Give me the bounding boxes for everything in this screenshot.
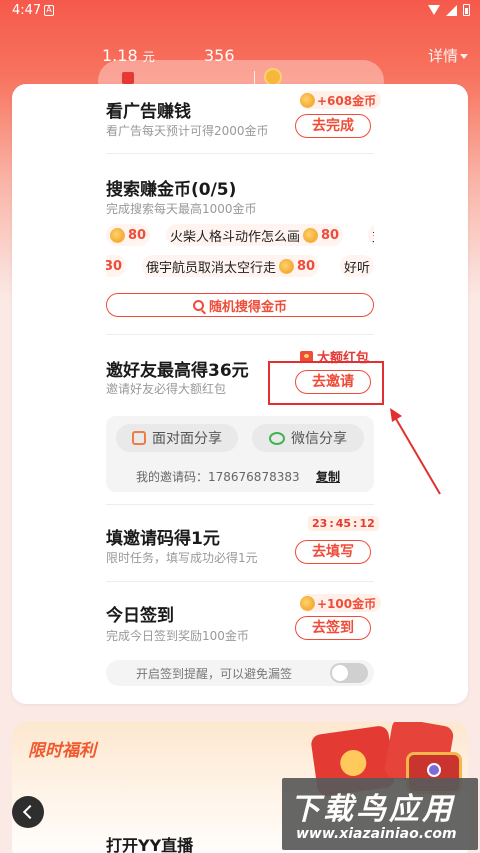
- watermark-main-text: 下载鸟应用: [290, 792, 455, 827]
- search-icon: [192, 299, 204, 311]
- random-search-button[interactable]: 随机搜得金币: [106, 293, 374, 317]
- search-chip[interactable]: 火柴人格斗动作怎么画 80: [166, 224, 344, 246]
- invite-code-label: 我的邀请码：178676878383: [136, 470, 300, 484]
- wechat-share-button[interactable]: 微信分享: [252, 424, 364, 452]
- open-yy-task-title: 打开YY直播: [106, 836, 194, 853]
- toggle-knob: [332, 665, 348, 681]
- search-chip-row: 30 俄宇航员取消太空行走 80 好听: [106, 255, 374, 279]
- limited-welfare-title: 限时福利: [28, 741, 96, 761]
- back-button[interactable]: [12, 796, 44, 828]
- search-chip[interactable]: 好听: [340, 255, 374, 277]
- reminder-label: 开启签到提醒，可以避免漏签: [136, 667, 293, 681]
- coin-icon: [279, 258, 295, 274]
- search-chip-row: 80 火柴人格斗动作怎么画80 支: [106, 224, 374, 248]
- search-task-desc: 完成搜索每天最高1000金币: [106, 202, 257, 216]
- details-label: 详情: [428, 47, 459, 65]
- checkin-reward: +100金币: [300, 594, 382, 612]
- copy-code-link[interactable]: 复制: [316, 468, 340, 485]
- wifi-icon: [428, 5, 440, 15]
- coin-icon: [110, 227, 125, 243]
- ad-task-title: 看广告赚钱: [106, 102, 191, 122]
- pill-divider: [254, 71, 255, 85]
- invite-task-desc: 邀请好友必得大额红包: [106, 382, 227, 396]
- watermark-logo: 下载鸟应用 www.xiazainiao.com: [282, 778, 478, 850]
- ad-complete-button[interactable]: 去完成: [295, 114, 371, 138]
- coins-stat[interactable]: 356: [204, 46, 235, 65]
- fill-code-desc: 限时任务，填写成功必得1元: [106, 551, 258, 565]
- ad-reward-text: +608金币: [317, 93, 377, 108]
- divider: [106, 334, 374, 335]
- divider: [106, 153, 374, 154]
- ad-task-reward: +608金币: [300, 91, 382, 109]
- checkin-title: 今日签到: [106, 606, 174, 626]
- status-time: 4:47: [12, 3, 42, 18]
- annotation-highlight-box: [268, 361, 384, 405]
- annotation-arrow: [390, 408, 441, 495]
- balance-unit: 元: [142, 50, 155, 64]
- balance-value: 1.18: [102, 46, 138, 65]
- balance-stat[interactable]: 1.18 元: [102, 46, 155, 65]
- ad-task-desc: 看广告每天预计可得2000金币: [106, 124, 269, 138]
- invite-task-title: 邀好友最高得36元: [106, 361, 249, 381]
- coin-icon: [303, 227, 319, 243]
- divider: [106, 504, 374, 505]
- checkin-reminder-row: 开启签到提醒，可以避免漏签: [106, 660, 374, 686]
- checkin-desc: 完成今日签到奖励100金币: [106, 629, 249, 643]
- envelope-seal: [338, 748, 368, 778]
- divider: [106, 581, 374, 582]
- wechat-share-label: 微信分享: [291, 431, 347, 447]
- signal-icon: [446, 4, 457, 16]
- face-to-face-share-button[interactable]: 面对面分享: [116, 424, 238, 452]
- arrow-line: [391, 411, 441, 495]
- coin-icon: [300, 92, 315, 108]
- details-link[interactable]: 详情: [428, 45, 469, 66]
- checkin-reward-text: +100金币: [317, 596, 377, 611]
- status-icons: [428, 4, 470, 16]
- gem-icon: [427, 763, 441, 777]
- coin-icon: [300, 595, 315, 611]
- chevron-down-icon: [460, 54, 469, 59]
- battery-icon: [463, 4, 470, 16]
- qr-grid-icon: [132, 431, 146, 445]
- wechat-icon: [269, 431, 285, 445]
- random-search-label: 随机搜得金币: [208, 299, 287, 315]
- fill-code-button[interactable]: 去填写: [295, 540, 371, 564]
- countdown-timer: 23:45:12: [308, 516, 379, 531]
- share-panel: 面对面分享 微信分享 我的邀请码：178676878383 复制: [106, 416, 374, 492]
- face-share-label: 面对面分享: [152, 431, 222, 447]
- reminder-toggle[interactable]: [330, 663, 368, 683]
- checkin-button[interactable]: 去签到: [295, 616, 371, 640]
- search-chip[interactable]: 80: [106, 224, 151, 246]
- search-chip[interactable]: 俄宇航员取消太空行走 80: [142, 255, 320, 277]
- notification-a-icon: A: [44, 5, 54, 16]
- search-chip[interactable]: 支: [368, 224, 374, 246]
- fill-code-title: 填邀请码得1元: [106, 529, 220, 549]
- wallet-icon: [122, 72, 134, 84]
- watermark-url: www.xiazainiao.com: [296, 826, 457, 842]
- task-card: [12, 84, 468, 704]
- search-chip[interactable]: 30: [106, 255, 127, 277]
- search-task-title: 搜索赚金币(0/5): [106, 180, 237, 200]
- status-bar: 4:47 A: [0, 0, 480, 22]
